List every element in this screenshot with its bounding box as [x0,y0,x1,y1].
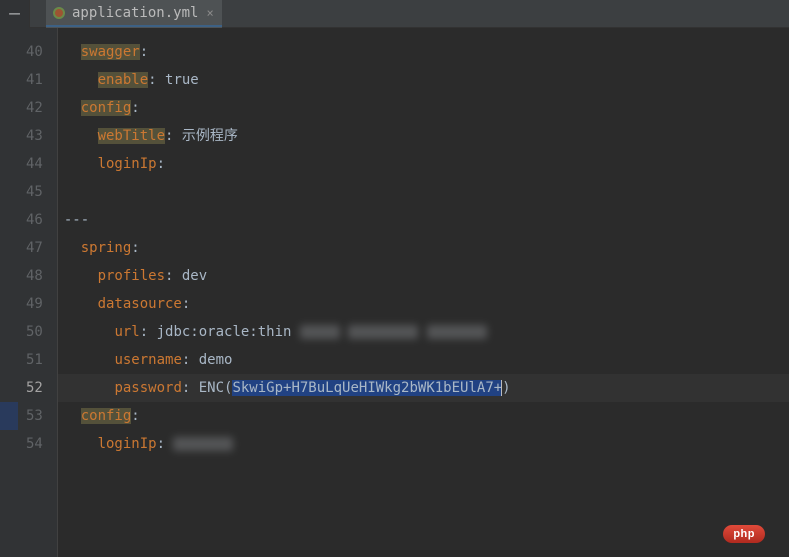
watermark-badge: php [723,525,765,543]
line-number: 43 [26,122,43,150]
code-line[interactable] [58,178,789,206]
minimize-button[interactable]: — [0,0,30,28]
code-line-current[interactable]: password: ENC(SkwiGp+H7BuLqUeHIWkg2bWK1b… [58,374,789,402]
code-area[interactable]: swagger: enable: true config: webTitle: … [58,28,789,557]
code-line[interactable]: webTitle: 示例程序 [58,122,789,150]
code-line[interactable]: username: demo [58,346,789,374]
line-number: 49 [26,290,43,318]
code-line[interactable]: config: [58,402,789,430]
tab-filename: application.yml [72,5,198,21]
code-line[interactable]: spring: [58,234,789,262]
code-line[interactable]: url: jdbc:oracle:thin [58,318,789,346]
line-number: 51 [26,346,43,374]
line-number: 45 [26,178,43,206]
line-number: 46 [26,206,43,234]
line-number: 47 [26,234,43,262]
code-line[interactable]: loginIp: [58,430,789,458]
editor-topbar: — application.yml × [0,0,789,28]
line-number: 48 [26,262,43,290]
line-number: 50 [26,318,43,346]
code-line[interactable]: --- [58,206,789,234]
tab-application-yml[interactable]: application.yml × [46,0,222,28]
code-line[interactable]: enable: true [58,66,789,94]
code-line[interactable]: loginIp: [58,150,789,178]
code-line[interactable]: profiles: dev [58,262,789,290]
line-number: 53 [26,402,43,430]
line-number: 42 [26,94,43,122]
line-number: 40 [26,38,43,66]
text-selection: SkwiGp+H7BuLqUeHIWkg2bWK1bEUlA7+ [232,380,502,396]
line-number: 54 [26,430,43,458]
code-line[interactable]: swagger: [58,38,789,66]
marker-strip [0,28,18,557]
line-number: 41 [26,66,43,94]
code-line[interactable]: config: [58,94,789,122]
code-line[interactable]: datasource: [58,290,789,318]
yaml-file-icon [52,6,66,20]
line-number-gutter: 40 41 42 43 44 45 46 47 48 49 50 51 52 5… [18,28,58,557]
close-icon[interactable]: × [206,6,213,20]
code-editor[interactable]: 40 41 42 43 44 45 46 47 48 49 50 51 52 5… [0,28,789,557]
line-number: 52 [26,374,43,402]
editor-tabs: application.yml × [46,0,222,28]
line-number: 44 [26,150,43,178]
